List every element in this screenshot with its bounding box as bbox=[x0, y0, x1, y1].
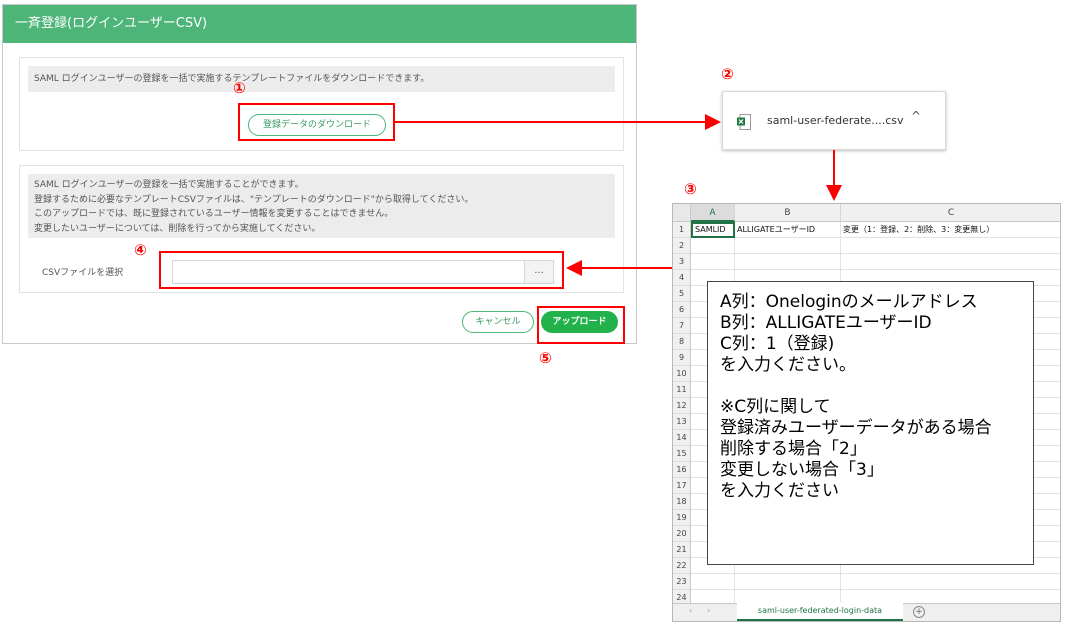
cell-a1[interactable]: SAMLID bbox=[691, 222, 735, 238]
instruction-callout: A列：Oneloginのメールアドレス B列：ALLIGATEユーザーID C列… bbox=[707, 281, 1034, 565]
row-header[interactable]: 5 bbox=[673, 286, 691, 302]
row-header[interactable]: 8 bbox=[673, 334, 691, 350]
cell-b1[interactable]: ALLIGATEユーザーID bbox=[735, 222, 841, 238]
instruction-line: 変更しない場合「3」 bbox=[720, 460, 884, 480]
step-marker-1: ① bbox=[233, 79, 246, 97]
row-header[interactable]: 2 bbox=[673, 238, 691, 254]
grid-cell[interactable] bbox=[841, 574, 1060, 590]
row-header[interactable]: 18 bbox=[673, 494, 691, 510]
instruction-line: A列：Oneloginのメールアドレス bbox=[720, 292, 978, 312]
upload-note: SAML ログインユーザーの登録を一括で実施することができます。 登録するために… bbox=[28, 174, 615, 238]
grid-cell[interactable] bbox=[735, 254, 841, 270]
row-header[interactable]: 15 bbox=[673, 446, 691, 462]
row-header[interactable]: 17 bbox=[673, 478, 691, 494]
row-header[interactable]: 7 bbox=[673, 318, 691, 334]
row-header[interactable]: 21 bbox=[673, 542, 691, 558]
row-header[interactable]: 23 bbox=[673, 574, 691, 590]
grid-cell[interactable] bbox=[691, 574, 735, 590]
row-header[interactable]: 6 bbox=[673, 302, 691, 318]
instruction-line: を入力ください bbox=[720, 481, 839, 501]
row-header[interactable]: 16 bbox=[673, 462, 691, 478]
row-header[interactable]: 11 bbox=[673, 382, 691, 398]
grid-cell[interactable] bbox=[841, 238, 1060, 254]
row-header[interactable]: 19 bbox=[673, 510, 691, 526]
row-header[interactable]: 9 bbox=[673, 350, 691, 366]
screenshot-root: 一斉登録(ログインユーザーCSV) SAML ログインユーザーの登録を一括で実施… bbox=[0, 0, 1067, 626]
chevron-up-icon[interactable]: ^ bbox=[911, 109, 921, 123]
sheet-tab-bar: ‹ › saml-user-federated-login-data + bbox=[673, 603, 1060, 621]
grid-cell[interactable] bbox=[735, 574, 841, 590]
cell-c1[interactable]: 変更（1：登録、2：削除、3：変更無し） bbox=[841, 222, 1060, 238]
download-file-name: saml-user-federate....csv bbox=[767, 114, 904, 127]
grid-cell[interactable] bbox=[691, 254, 735, 270]
step-marker-4: ④ bbox=[134, 241, 147, 259]
column-header[interactable]: A bbox=[691, 204, 735, 222]
row-header[interactable]: 12 bbox=[673, 398, 691, 414]
sheet-next-icon[interactable]: › bbox=[707, 606, 710, 615]
highlight-upload-button bbox=[537, 306, 625, 344]
template-note-text: SAML ログインユーザーの登録を一括で実施するテンプレートファイルをダウンロー… bbox=[34, 74, 430, 84]
instruction-line: 登録済みユーザーデータがある場合 bbox=[720, 418, 992, 438]
upload-note-line: 登録するために必要なテンプレートCSVファイルは、"テンプレートのダウンロード"… bbox=[34, 194, 474, 205]
highlight-csv-input bbox=[159, 251, 564, 289]
upload-note-line: SAML ログインユーザーの登録を一括で実施することができます。 bbox=[34, 180, 304, 190]
excel-file-icon bbox=[737, 114, 751, 130]
csv-select-label: CSVファイルを選択 bbox=[42, 268, 124, 278]
instruction-line: 削除する場合「2」 bbox=[720, 439, 867, 459]
grid-cell[interactable] bbox=[735, 238, 841, 254]
instruction-line: を入力ください。 bbox=[720, 355, 856, 375]
dialog-title: 一斉登録(ログインユーザーCSV) bbox=[3, 5, 636, 43]
select-all-corner[interactable] bbox=[673, 204, 691, 222]
sheet-tab[interactable]: saml-user-federated-login-data bbox=[737, 603, 903, 621]
template-download-note: SAML ログインユーザーの登録を一括で実施するテンプレートファイルをダウンロー… bbox=[28, 66, 615, 92]
step-marker-3: ③ bbox=[684, 180, 697, 198]
instruction-line: B列：ALLIGATEユーザーID bbox=[720, 313, 932, 333]
row-header[interactable]: 10 bbox=[673, 366, 691, 382]
column-header[interactable]: C bbox=[841, 204, 1060, 222]
sheet-prev-icon[interactable]: ‹ bbox=[689, 606, 692, 615]
step-marker-2: ② bbox=[721, 65, 734, 83]
row-header[interactable]: 4 bbox=[673, 270, 691, 286]
add-sheet-icon[interactable]: + bbox=[913, 606, 925, 618]
instruction-line bbox=[720, 376, 1033, 397]
bulk-register-dialog: 一斉登録(ログインユーザーCSV) SAML ログインユーザーの登録を一括で実施… bbox=[2, 4, 637, 344]
cancel-button[interactable]: キャンセル bbox=[462, 311, 534, 333]
step-marker-5: ⑤ bbox=[539, 349, 552, 367]
row-header[interactable]: 22 bbox=[673, 558, 691, 574]
row-header[interactable]: 13 bbox=[673, 414, 691, 430]
highlight-download-button bbox=[238, 103, 395, 141]
instruction-line: C列：1（登録) bbox=[720, 334, 835, 354]
grid-cell[interactable] bbox=[841, 254, 1060, 270]
grid-cell[interactable] bbox=[691, 238, 735, 254]
upload-note-line: 変更したいユーザーについては、削除を行ってから実施してください。 bbox=[34, 223, 321, 234]
column-header[interactable]: B bbox=[735, 204, 841, 222]
row-header[interactable]: 1 bbox=[673, 222, 691, 238]
browser-download-item[interactable]: saml-user-federate....csv ^ bbox=[722, 91, 946, 150]
row-header[interactable]: 20 bbox=[673, 526, 691, 542]
row-header[interactable]: 3 bbox=[673, 254, 691, 270]
row-header[interactable]: 14 bbox=[673, 430, 691, 446]
instruction-line: ※C列に関して bbox=[720, 397, 831, 417]
upload-note-line: このアップロードでは、既に登録されているユーザー情報を変更することはできません。 bbox=[34, 209, 394, 219]
